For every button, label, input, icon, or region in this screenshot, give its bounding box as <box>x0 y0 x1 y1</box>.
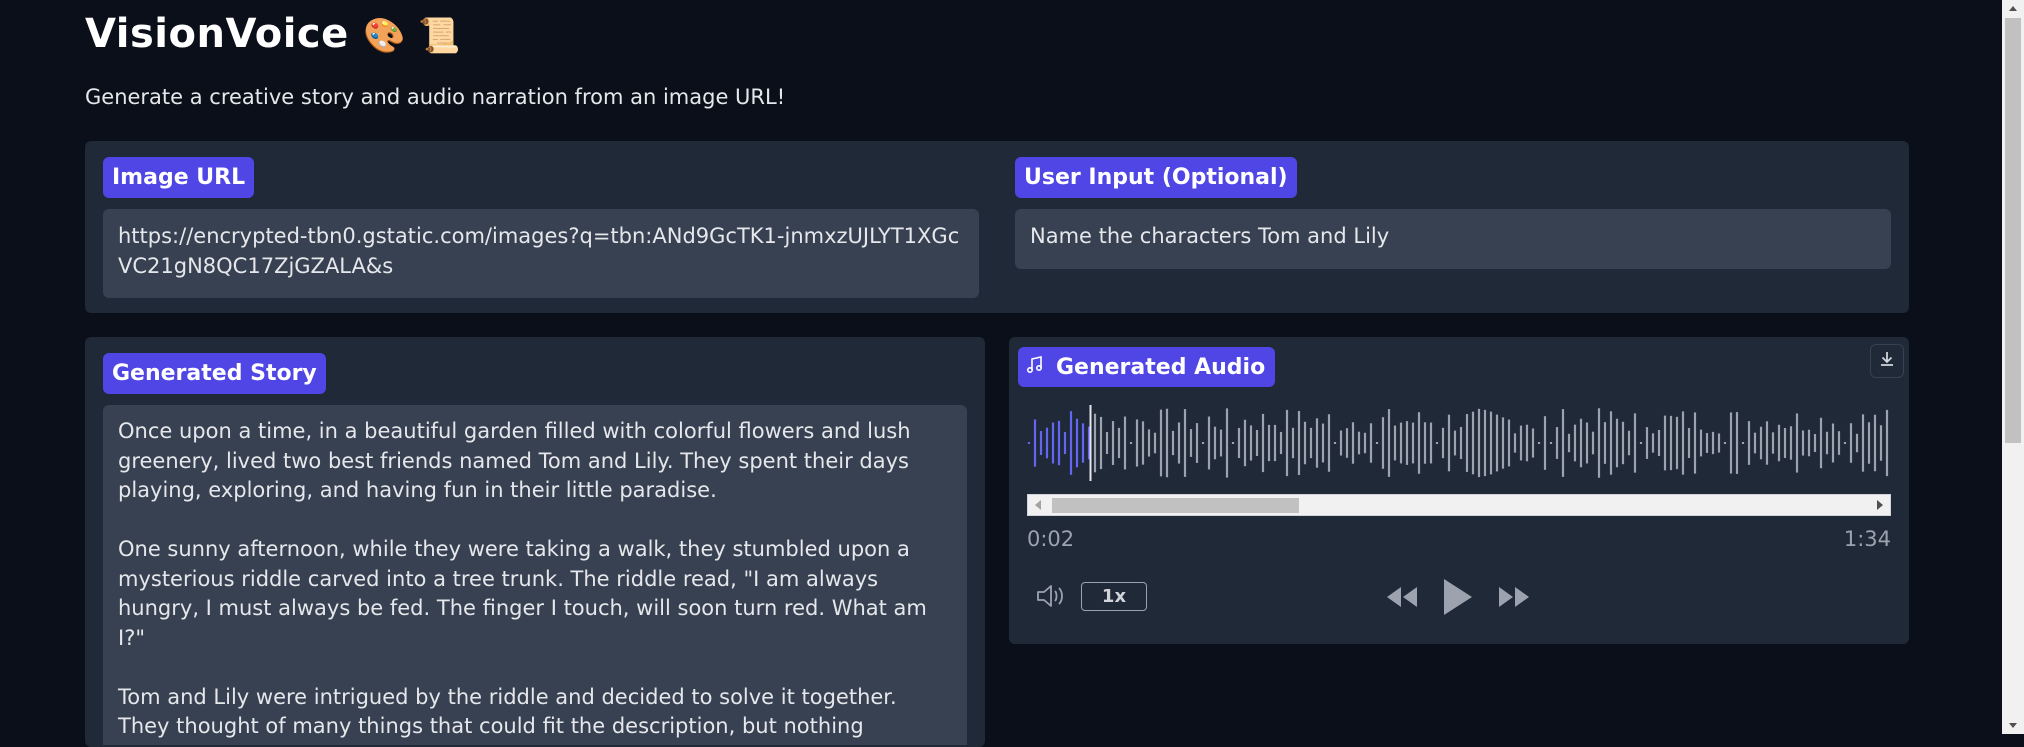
story-paragraph: Once upon a time, in a beautiful garden … <box>118 419 911 502</box>
image-url-label: Image URL <box>103 157 255 198</box>
rewind-icon <box>1384 587 1420 614</box>
download-button[interactable] <box>1870 344 1904 378</box>
page-title: VisionVoice 🎨 📜 <box>85 10 461 60</box>
volume-button[interactable] <box>1035 582 1067 614</box>
fast-forward-icon <box>1496 587 1532 614</box>
audio-label-text: Generated Audio <box>1056 354 1266 380</box>
user-input-field[interactable]: Name the characters Tom and Lily <box>1015 209 1891 269</box>
page-subtitle: Generate a creative story and audio narr… <box>85 85 786 109</box>
scroll-down-arrow[interactable] <box>2009 723 2017 728</box>
story-paragraph: Tom and Lily were intrigued by the riddl… <box>118 684 897 739</box>
story-label: Generated Story <box>103 353 326 394</box>
image-url-field[interactable]: https://encrypted-tbn0.gstatic.com/image… <box>103 209 979 298</box>
audio-waveform[interactable] <box>1027 405 1891 481</box>
rewind-button[interactable] <box>1384 584 1420 614</box>
current-time: 0:02 <box>1027 527 1075 551</box>
download-icon <box>1877 349 1897 373</box>
page-scrollbar-thumb[interactable] <box>2005 18 2021 443</box>
scroll-left-arrow[interactable] <box>1035 500 1041 510</box>
play-icon <box>1441 579 1475 622</box>
scroll-right-arrow[interactable] <box>1877 500 1883 510</box>
waveform-scrollbar[interactable] <box>1027 494 1891 516</box>
story-paragraph: One sunny afternoon, while they were tak… <box>118 537 927 650</box>
duration: 1:34 <box>1843 527 1891 551</box>
page-scrollbar[interactable] <box>2002 0 2024 734</box>
music-note-icon <box>1026 355 1044 380</box>
app-title: VisionVoice <box>85 11 349 57</box>
playback-rate-button[interactable]: 1x <box>1081 582 1147 611</box>
title-emoji: 🎨 📜 <box>363 16 462 56</box>
play-button[interactable] <box>1441 576 1475 622</box>
story-textarea[interactable]: Once upon a time, in a beautiful garden … <box>103 405 967 745</box>
volume-icon <box>1035 585 1067 614</box>
scroll-up-arrow[interactable] <box>2009 6 2017 11</box>
user-input-label: User Input (Optional) <box>1015 157 1297 198</box>
scrollbar-thumb[interactable] <box>1052 498 1299 513</box>
fast-forward-button[interactable] <box>1496 584 1532 614</box>
audio-label: Generated Audio <box>1018 347 1276 387</box>
